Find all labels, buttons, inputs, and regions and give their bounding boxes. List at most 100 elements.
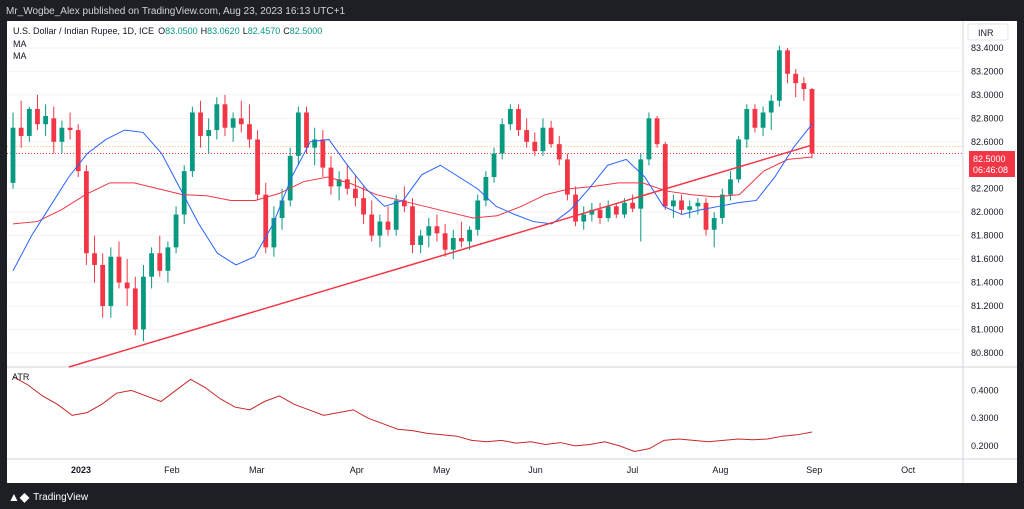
y-tick-label: 81.8000 [971, 231, 1004, 241]
candle-body [532, 141, 538, 152]
candle-body [703, 202, 709, 230]
legend-row: U.S. Dollar / Indian Rupee, 1D, ICE O83.0… [13, 26, 322, 36]
candle-body [524, 130, 530, 142]
candle-body [124, 282, 130, 289]
candle-body [304, 112, 309, 148]
candle [507, 104, 513, 131]
candle [450, 229, 456, 260]
candle [499, 118, 505, 160]
candle-body [189, 112, 195, 172]
candle [361, 186, 366, 224]
candle-body [393, 200, 399, 230]
candle [116, 241, 122, 289]
open-value: 83.0500 [165, 26, 198, 36]
time-axis[interactable]: 2023 Feb Mar Apr May Jun Jul Aug Sep Oct [71, 465, 916, 475]
candle-body [247, 124, 252, 140]
candle-body [18, 127, 24, 136]
x-tick-label: Jul [627, 465, 639, 475]
ma-legend-1[interactable]: MA [13, 39, 27, 49]
candle [793, 69, 799, 98]
candle-body [116, 256, 122, 283]
candle-body [92, 253, 97, 265]
high-value: 83.0620 [207, 26, 240, 36]
candle [320, 130, 326, 177]
x-tick-label: Mar [249, 465, 265, 475]
candle-body [630, 202, 636, 209]
candle [247, 104, 252, 148]
candle-body [581, 214, 587, 222]
chart-area[interactable]: 83.400083.200083.000082.800082.600082.40… [7, 21, 1017, 483]
candle-body [369, 214, 375, 236]
candle-body [35, 108, 40, 125]
candle-body [255, 139, 260, 195]
candle-body [418, 235, 424, 246]
candle [768, 94, 774, 131]
candle-body [214, 104, 220, 131]
candle [10, 112, 16, 189]
candle [459, 221, 464, 248]
y-tick-label: 82.8000 [971, 113, 1004, 123]
candle [638, 153, 644, 242]
price-axis[interactable]: 83.400083.200083.000082.800082.600082.40… [971, 43, 1004, 358]
atr-tick-label: 0.4000 [971, 385, 999, 395]
currency-box[interactable]: INR [967, 23, 1009, 41]
y-tick-label: 81.0000 [971, 324, 1004, 334]
grid [7, 21, 1017, 483]
candle [532, 132, 538, 156]
candle-body [548, 127, 554, 145]
candle [18, 100, 24, 148]
candle [613, 202, 619, 219]
candle-body [646, 118, 652, 160]
low-value: 82.4570 [248, 26, 281, 36]
candle [173, 206, 179, 254]
tradingview-logo[interactable]: ▲◆ TradingView [8, 490, 88, 504]
candle-body [467, 229, 472, 242]
candle [597, 202, 603, 224]
candle-body [776, 50, 782, 101]
candle-body [459, 237, 464, 242]
atr-tick-label: 0.2000 [971, 441, 999, 451]
candle [206, 118, 212, 154]
candle [238, 100, 244, 133]
x-tick-label: May [433, 465, 451, 475]
candle [230, 112, 236, 142]
candle-body [238, 118, 244, 125]
candle [687, 200, 693, 219]
candle-body [695, 202, 701, 207]
candle-body [51, 118, 57, 142]
y-tick-label: 81.6000 [971, 254, 1004, 264]
candle [108, 247, 114, 318]
candle-body [83, 171, 89, 254]
candle-body [475, 200, 481, 230]
candle-body [728, 179, 733, 195]
close-value: 82.5000 [290, 26, 323, 36]
candle-body [222, 104, 228, 128]
y-tick-label: 83.2000 [971, 66, 1004, 76]
candle-body [662, 144, 668, 207]
candle [434, 214, 440, 242]
candle-body [597, 209, 603, 219]
candle-body [173, 214, 179, 248]
candle [565, 153, 570, 201]
candle [369, 200, 375, 242]
support-trendline [68, 144, 812, 368]
candle-body [785, 50, 790, 74]
x-tick-label: Sep [806, 465, 822, 475]
chart-canvas[interactable]: 83.400083.200083.000082.800082.600082.40… [7, 21, 1017, 483]
candle [43, 104, 49, 136]
candlesticks [10, 45, 815, 342]
candle [393, 194, 399, 236]
candle [589, 202, 595, 222]
tv-logo-icon: ▲◆ [8, 490, 30, 504]
candle-body [165, 247, 171, 271]
candle [760, 106, 766, 136]
candle-body [654, 118, 660, 145]
tradingview-frame: Mr_Wogbe_Alex published on TradingView.c… [0, 0, 1024, 509]
candle-body [287, 155, 293, 201]
candle-body [670, 200, 676, 207]
candle [222, 94, 228, 136]
atr-legend[interactable]: ATR [12, 372, 30, 382]
ma-legend-2[interactable]: MA [13, 51, 27, 61]
candle [483, 171, 489, 207]
candle-body [744, 108, 750, 140]
